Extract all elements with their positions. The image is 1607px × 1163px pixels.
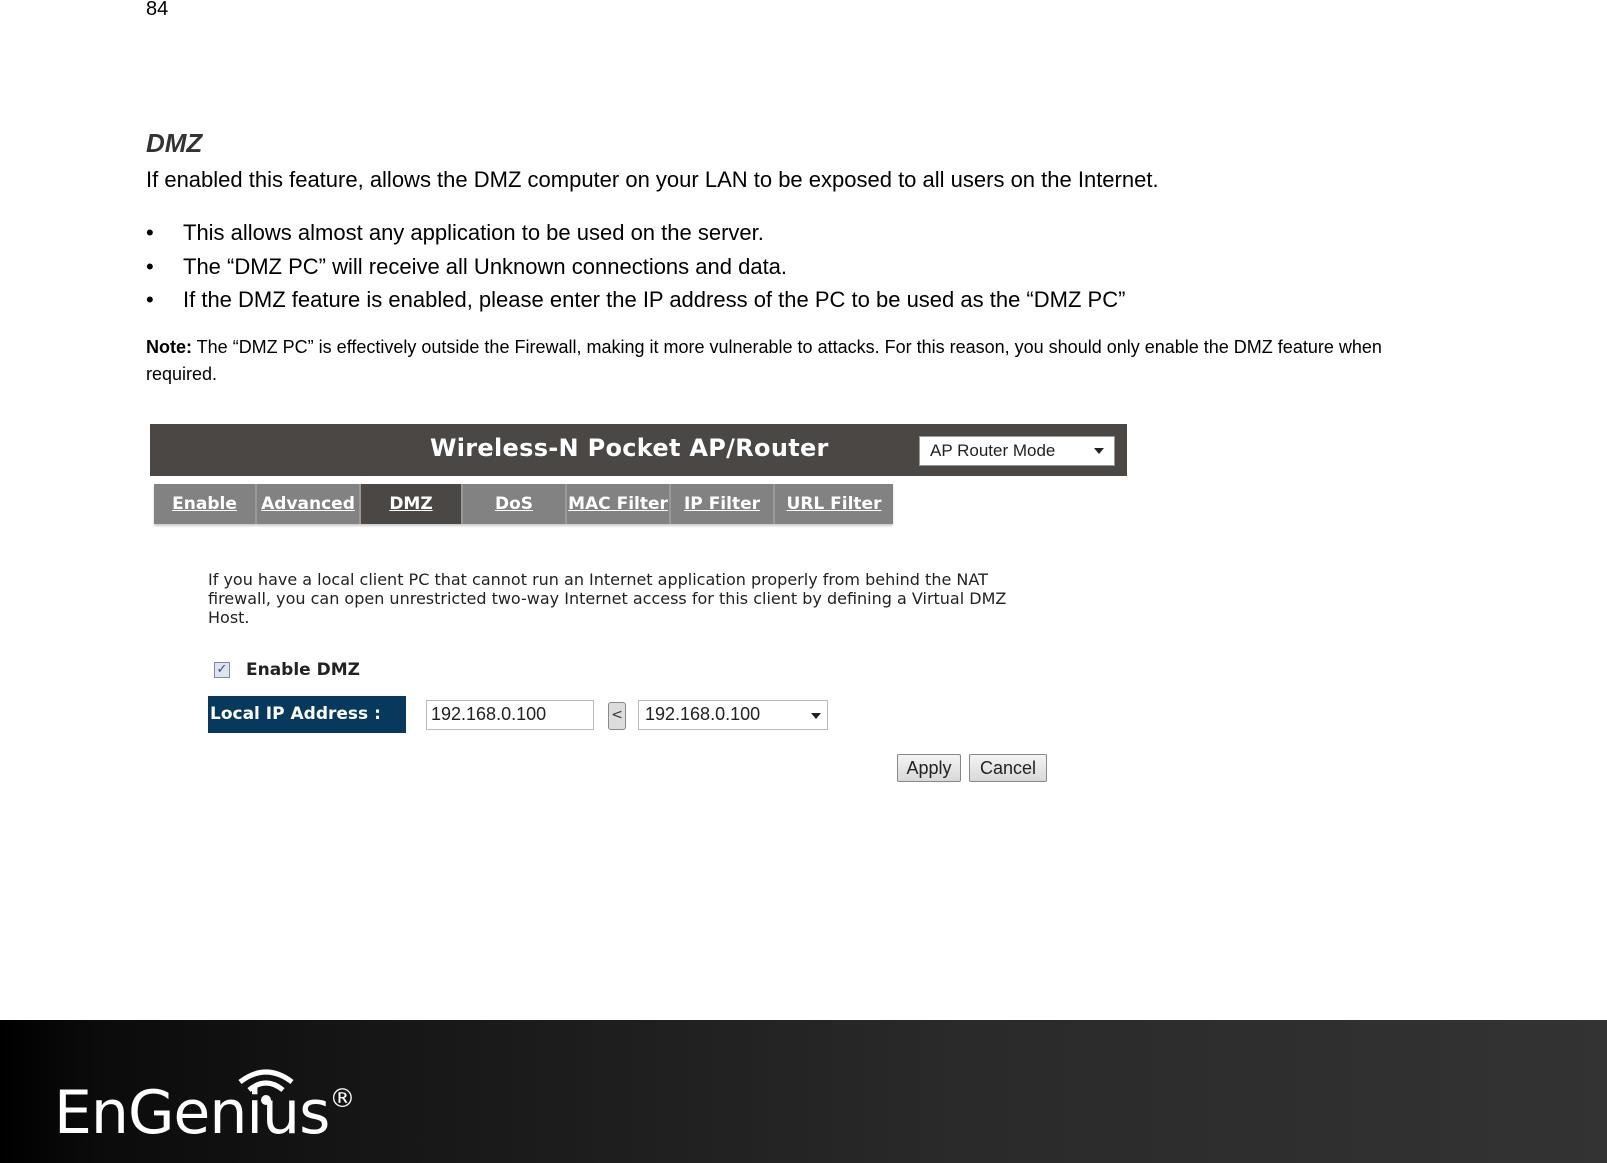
enable-dmz-label: Enable DMZ xyxy=(246,660,360,680)
tab-mac-filter[interactable]: MAC Filter xyxy=(567,484,671,524)
check-icon: ✓ xyxy=(216,662,228,677)
bullet-icon: • xyxy=(146,253,154,279)
bullet-item: • If the DMZ feature is enabled, please e… xyxy=(146,285,1125,319)
local-ip-label: Local IP Address : xyxy=(208,696,406,733)
cancel-button[interactable]: Cancel xyxy=(969,754,1047,782)
logo-text: EnGenius xyxy=(54,1078,330,1148)
section-intro: If enabled this feature, allows the DMZ … xyxy=(146,167,1159,192)
chevron-down-icon xyxy=(1094,448,1104,454)
tab-bar: Enable Advanced DMZ DoS MAC Filter IP Fi… xyxy=(154,484,893,524)
bullet-text: The “DMZ PC” will receive all Unknown co… xyxy=(183,253,788,279)
apply-button[interactable]: Apply xyxy=(897,754,961,782)
enable-dmz-checkbox[interactable]: ✓ xyxy=(214,662,230,678)
bullet-icon: • xyxy=(146,220,154,245)
bullet-text: If the DMZ feature is enabled, please en… xyxy=(183,287,1126,312)
bullet-item: • The “DMZ PC” will receive all Unknown c… xyxy=(146,252,1125,286)
bullet-item: • This allows almost any application to b… xyxy=(146,218,1125,252)
note-text: The “DMZ PC” is effectively outside the … xyxy=(146,337,1382,384)
bullet-icon: • xyxy=(146,287,154,312)
bullet-list: • This allows almost any application to b… xyxy=(146,218,1125,319)
tab-enable[interactable]: Enable xyxy=(154,484,257,524)
mode-select-value: AP Router Mode xyxy=(930,441,1056,460)
bullet-text: This allows almost any application to be… xyxy=(183,220,764,245)
tab-dmz[interactable]: DMZ xyxy=(361,484,463,524)
local-ip-select[interactable]: 192.168.0.100 xyxy=(638,700,828,730)
registered-mark: ® xyxy=(329,1084,355,1114)
router-title: Wireless-N Pocket AP/Router xyxy=(430,434,829,462)
mode-select[interactable]: AP Router Mode xyxy=(919,436,1115,466)
local-ip-input[interactable]: 192.168.0.100 xyxy=(426,700,594,730)
tab-dos[interactable]: DoS xyxy=(463,484,567,524)
page-number: 84 xyxy=(146,0,169,20)
section-title: DMZ xyxy=(146,128,203,158)
tab-ip-filter[interactable]: IP Filter xyxy=(671,484,775,524)
engenius-logo: EnGenius® xyxy=(54,1078,355,1148)
note: Note: The “DMZ PC” is effectively outsid… xyxy=(146,334,1446,388)
router-screenshot: Wireless-N Pocket AP/Router AP Router Mo… xyxy=(150,424,1127,784)
tab-advanced[interactable]: Advanced xyxy=(257,484,361,524)
copy-ip-button[interactable]: < xyxy=(608,702,626,730)
tab-url-filter[interactable]: URL Filter xyxy=(775,484,893,524)
chevron-down-icon xyxy=(811,713,821,719)
note-label: Note: xyxy=(146,337,192,357)
local-ip-select-value: 192.168.0.100 xyxy=(645,704,761,724)
footer-banner: EnGenius® xyxy=(0,1020,1607,1163)
router-header: Wireless-N Pocket AP/Router AP Router Mo… xyxy=(150,424,1127,476)
dmz-description: If you have a local client PC that canno… xyxy=(208,570,1007,627)
enable-dmz-row: ✓ Enable DMZ xyxy=(214,660,360,680)
